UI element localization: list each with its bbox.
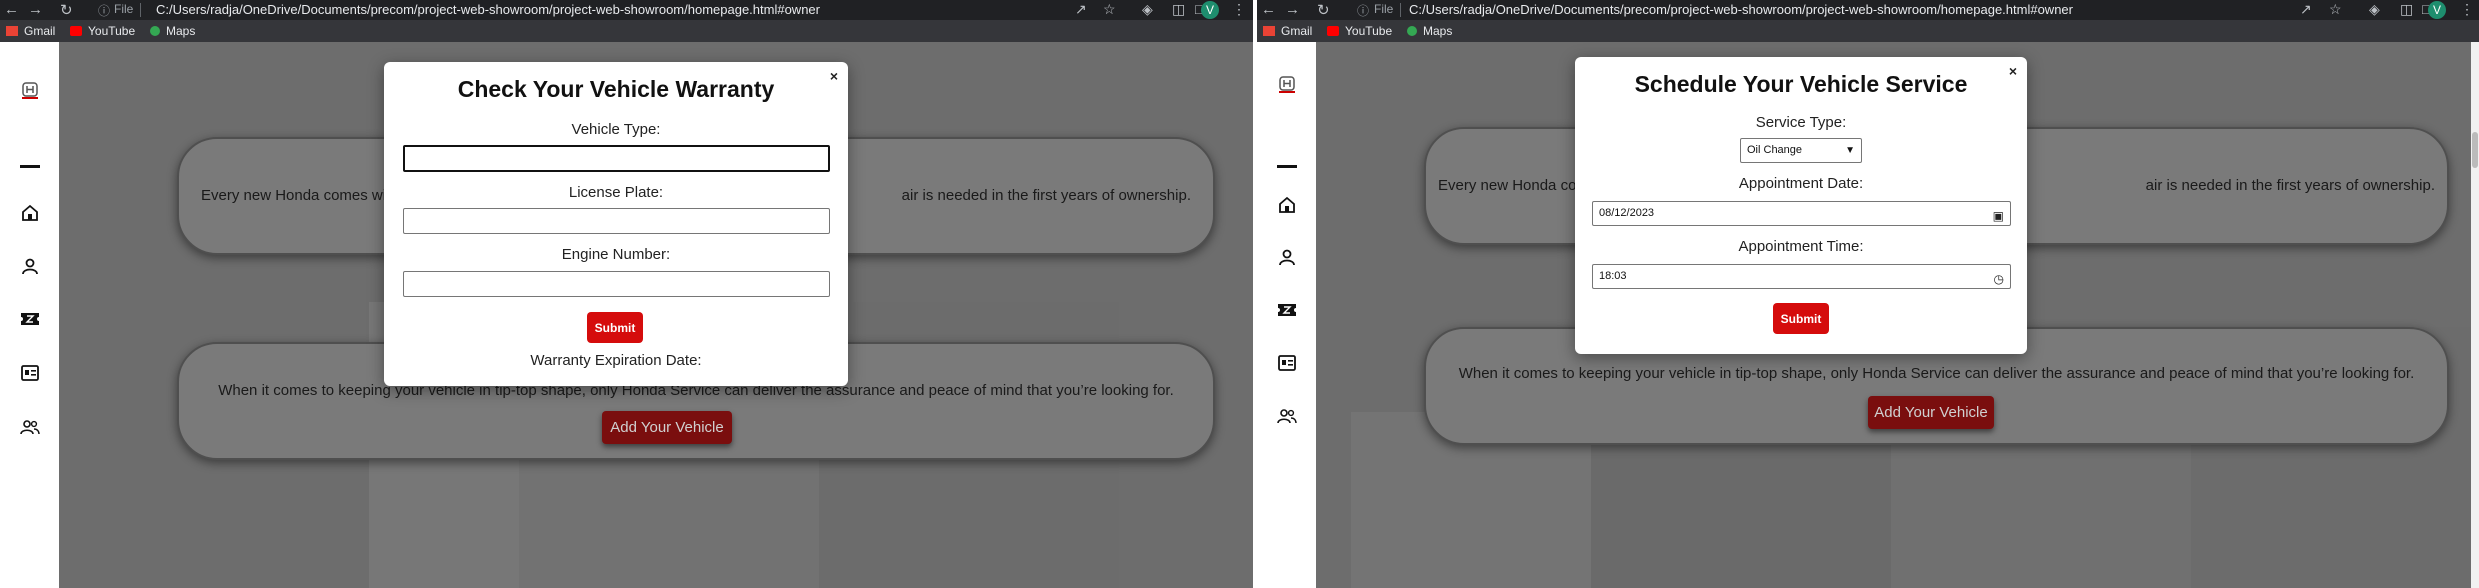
add-vehicle-button[interactable]: Add Your Vehicle — [602, 411, 732, 444]
sidepanel-icon[interactable]: ◫ — [1172, 1, 1185, 18]
youtube-icon — [1327, 26, 1339, 36]
add-vehicle-button[interactable]: Add Your Vehicle — [1868, 396, 1994, 429]
vehicle-type-input[interactable] — [403, 145, 830, 172]
page-overlay: Every new Honda comes wi air is needed i… — [59, 42, 1253, 588]
bookmark-maps[interactable]: Maps — [1407, 24, 1452, 38]
calendar-icon[interactable]: ▣ — [1993, 205, 2004, 228]
vehicle-type-label: Vehicle Type: — [571, 121, 661, 138]
service-type-value: Oil Change — [1747, 144, 1803, 156]
share-icon[interactable]: ↗ — [1075, 1, 1087, 18]
scrollbar-thumb[interactable] — [2472, 132, 2478, 168]
gmail-icon — [1263, 26, 1275, 36]
bookmark-youtube[interactable]: YouTube — [70, 24, 135, 38]
chevron-down-icon: ▼ — [1845, 145, 1855, 156]
home-icon[interactable] — [1257, 196, 1316, 219]
warranty-expiration-label: Warranty Expiration Date: — [530, 352, 702, 369]
reload-icon[interactable]: ↻ — [60, 1, 73, 19]
back-icon[interactable]: ← — [4, 1, 19, 18]
address-bar: ← → ↻ ⓘ File C:/Users/radja/OneDrive/Doc… — [1257, 0, 2479, 20]
address-bar: ← → ↻ ⓘ File C:/Users/radja/OneDrive/Doc… — [0, 0, 1253, 20]
star-icon[interactable]: ☆ — [2329, 1, 2342, 18]
service-type-select[interactable]: Oil Change ▼ — [1740, 138, 1862, 163]
card-text: When it comes to keeping your vehicle in… — [1458, 365, 2415, 382]
profile-avatar[interactable]: V — [1201, 1, 1219, 19]
forward-icon[interactable]: → — [1285, 1, 1300, 18]
users-icon[interactable] — [1257, 408, 1316, 429]
ticket-icon[interactable] — [0, 312, 59, 331]
kebab-menu-icon[interactable]: ⋮ — [1232, 1, 1246, 18]
share-icon[interactable]: ↗ — [2300, 1, 2312, 18]
profile-avatar[interactable]: V — [2428, 1, 2446, 19]
maps-icon — [150, 26, 160, 36]
youtube-icon — [70, 26, 82, 36]
home-icon[interactable] — [0, 204, 59, 227]
engine-number-input[interactable] — [403, 271, 830, 297]
bookmark-gmail[interactable]: Gmail — [1263, 24, 1312, 38]
honda-logo[interactable] — [0, 80, 59, 107]
service-type-label: Service Type: — [1755, 114, 1847, 131]
id-card-icon[interactable] — [0, 365, 59, 386]
reload-icon[interactable]: ↻ — [1317, 1, 1330, 19]
page-overlay: Every new Honda comes wit air is needed … — [1316, 42, 2471, 588]
appointment-time-label: Appointment Time: — [1738, 238, 1864, 255]
back-icon[interactable]: ← — [1261, 1, 1276, 18]
service-modal: × Schedule Your Vehicle Service Service … — [1575, 57, 2027, 354]
users-icon[interactable] — [0, 419, 59, 440]
maps-icon — [1407, 26, 1417, 36]
star-icon[interactable]: ☆ — [1103, 1, 1116, 18]
card-text-right: air is needed in the first years of owne… — [2145, 177, 2435, 194]
card-text-right: air is needed in the first years of owne… — [901, 187, 1191, 204]
appointment-time-input[interactable]: 18:03 ◷ — [1592, 264, 2011, 289]
user-icon[interactable] — [1257, 248, 1316, 271]
sidepanel-icon[interactable]: ◫ — [2400, 1, 2413, 18]
browser-window-right: ← → ↻ ⓘ File C:/Users/radja/OneDrive/Doc… — [1257, 0, 2479, 588]
url-text[interactable]: C:/Users/radja/OneDrive/Documents/precom… — [1409, 2, 2073, 17]
engine-number-label: Engine Number: — [561, 246, 671, 263]
file-chip: File — [1374, 2, 1394, 16]
date-value: 08/12/2023 — [1599, 207, 1655, 219]
forward-icon[interactable]: → — [28, 1, 43, 18]
submit-button[interactable]: Submit — [1773, 303, 1829, 334]
user-icon[interactable] — [0, 257, 59, 280]
ticket-icon[interactable] — [1257, 303, 1316, 322]
modal-title: Schedule Your Vehicle Service — [1634, 71, 1968, 97]
id-card-icon[interactable] — [1257, 355, 1316, 376]
clock-icon[interactable]: ◷ — [1994, 268, 2004, 291]
bookmarks-bar: Gmail YouTube Maps — [1257, 20, 2479, 42]
modal-title: Check Your Vehicle Warranty — [457, 76, 775, 102]
file-chip: File — [114, 2, 134, 16]
extensions-icon[interactable]: ◈ — [1142, 1, 1153, 18]
sidebar — [0, 42, 59, 588]
time-value: 18:03 — [1599, 270, 1627, 282]
appointment-date-input[interactable]: 08/12/2023 ▣ — [1592, 201, 2011, 226]
url-text[interactable]: C:/Users/radja/OneDrive/Documents/precom… — [156, 2, 820, 17]
extensions-icon[interactable]: ◈ — [2369, 1, 2380, 18]
page-scrollbar[interactable] — [2471, 42, 2479, 588]
browser-window-left: ← → ↻ ⓘ File C:/Users/radja/OneDrive/Doc… — [0, 0, 1253, 588]
sidebar — [1257, 42, 1316, 588]
chip-divider — [1400, 3, 1401, 17]
license-plate-input[interactable] — [403, 208, 830, 234]
menu-icon[interactable] — [1257, 156, 1316, 174]
honda-logo[interactable] — [1257, 74, 1316, 101]
menu-icon[interactable] — [0, 156, 59, 174]
bookmark-gmail[interactable]: Gmail — [6, 24, 55, 38]
bookmark-maps[interactable]: Maps — [150, 24, 195, 38]
warranty-modal: × Check Your Vehicle Warranty Vehicle Ty… — [384, 62, 848, 386]
bookmark-youtube[interactable]: YouTube — [1327, 24, 1392, 38]
gmail-icon — [6, 26, 18, 36]
submit-button[interactable]: Submit — [587, 312, 643, 343]
info-icon[interactable]: ⓘ — [98, 2, 110, 19]
appointment-date-label: Appointment Date: — [1738, 175, 1864, 192]
info-icon[interactable]: ⓘ — [1357, 2, 1369, 19]
kebab-menu-icon[interactable]: ⋮ — [2460, 1, 2474, 18]
chip-divider — [140, 3, 141, 17]
bookmarks-bar: Gmail YouTube Maps — [0, 20, 1253, 42]
license-plate-label: License Plate: — [568, 184, 664, 201]
